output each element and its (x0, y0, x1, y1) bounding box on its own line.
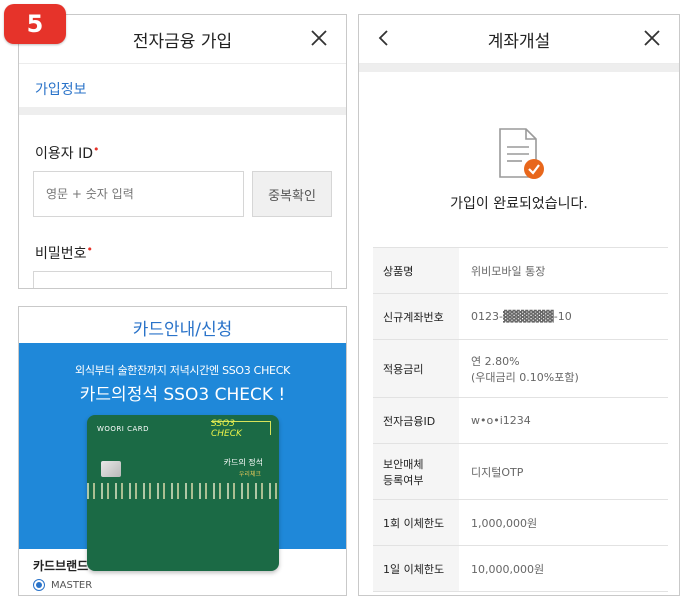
card-logo: SSO3 CHECK (211, 419, 271, 439)
signup-title: 전자금융 가입 (132, 31, 233, 52)
password-label: 비밀번호• (35, 243, 94, 262)
rate-note: (우대금리 0.10%포함) (471, 370, 579, 384)
promo-subtitle: 외식부터 술한잔까지 저녁시간엔 SSO3 CHECK (75, 364, 290, 377)
signup-header: 전자금융 가입 (19, 15, 346, 64)
card-name: 카드의 정석 (223, 458, 263, 467)
row-key: 1회 이체한도 (373, 499, 459, 546)
promo-banner: 외식부터 술한잔까지 저녁시간엔 SSO3 CHECK 카드의정석 SSO3 C… (19, 343, 346, 571)
table-row: 1일 이체한도 10,000,000원 (373, 545, 668, 592)
chip-icon (101, 461, 121, 477)
table-row: 적용금리 연 2.80% (우대금리 0.10%포함) (373, 339, 668, 398)
row-value: 1,000,000원 (459, 499, 668, 546)
divider (359, 64, 679, 72)
account-panel: 계좌개설 가입이 완료되었습니다. 상품명 위비모바일 통장 신규계좌번호 01… (358, 14, 680, 596)
promo-headline: 카드의정석 SSO3 CHECK ! (79, 385, 286, 405)
table-row: 전자금융ID w•o•i1234 (373, 397, 668, 444)
required-mark: • (86, 243, 94, 256)
password-input[interactable] (33, 271, 332, 288)
brand-option-label: MASTER (51, 579, 93, 591)
account-title: 계좌개설 (487, 31, 551, 52)
row-value: 디지털OTP (459, 443, 668, 500)
card-pattern (87, 483, 279, 499)
card-panel: 카드안내/신청 외식부터 술한잔까지 저녁시간엔 SSO3 CHECK 카드의정… (18, 306, 347, 596)
radio-selected-icon[interactable] (33, 579, 45, 591)
card-subname: 우리체크 (238, 471, 261, 478)
row-key: 상품명 (373, 247, 459, 294)
required-mark: • (93, 143, 100, 156)
row-key: 전자금융ID (373, 397, 459, 444)
row-value: w•o•i1234 (459, 397, 668, 444)
dup-check-button[interactable]: 중복확인 (252, 171, 332, 217)
complete-message: 가입이 완료되었습니다. (450, 196, 588, 212)
section-signup-info[interactable]: 가입정보 (35, 79, 87, 99)
brand-option-master[interactable]: MASTER (33, 579, 92, 591)
table-row: 신규계좌번호 0123-▓▓▓▓▓▓-10 (373, 293, 668, 340)
row-key: 1일 이체한도 (373, 545, 459, 592)
close-icon[interactable] (304, 23, 334, 53)
rate-value: 연 2.80% (471, 354, 520, 368)
table-row: 1회 이체한도 1,000,000원 (373, 499, 668, 546)
divider (19, 107, 346, 115)
signup-panel: 전자금융 가입 가입정보 이용자 ID• 중복확인 비밀번호• (18, 14, 347, 289)
row-key-line2: 등록여부 (383, 473, 424, 487)
card-brand-label: 카드브랜드 (33, 559, 89, 573)
user-id-input[interactable] (33, 171, 244, 217)
account-info-table: 상품명 위비모바일 통장 신규계좌번호 0123-▓▓▓▓▓▓-10 적용금리 … (373, 247, 668, 592)
close-icon[interactable] (637, 23, 667, 53)
row-key: 보안매체 등록여부 (373, 443, 459, 500)
row-key: 신규계좌번호 (373, 293, 459, 340)
user-id-label: 이용자 ID• (35, 143, 100, 162)
row-value: 연 2.80% (우대금리 0.10%포함) (459, 339, 668, 398)
document-check-icon (499, 128, 544, 179)
step-badge: 5 (4, 4, 66, 44)
row-key: 적용금리 (373, 339, 459, 398)
card-panel-title: 카드안내/신청 (132, 320, 233, 340)
back-icon[interactable] (369, 23, 399, 53)
row-key-line1: 보안매체 (383, 457, 424, 471)
card-brand-text: WOORI CARD (97, 425, 150, 433)
account-header: 계좌개설 (359, 15, 679, 64)
table-row: 상품명 위비모바일 통장 (373, 247, 668, 294)
row-value: 0123-▓▓▓▓▓▓-10 (459, 293, 668, 340)
table-row: 보안매체 등록여부 디지털OTP (373, 443, 668, 500)
row-value: 10,000,000원 (459, 545, 668, 592)
card-image: WOORI CARD SSO3 CHECK 카드의 정석 우리체크 (87, 415, 279, 571)
row-value: 위비모바일 통장 (459, 247, 668, 294)
